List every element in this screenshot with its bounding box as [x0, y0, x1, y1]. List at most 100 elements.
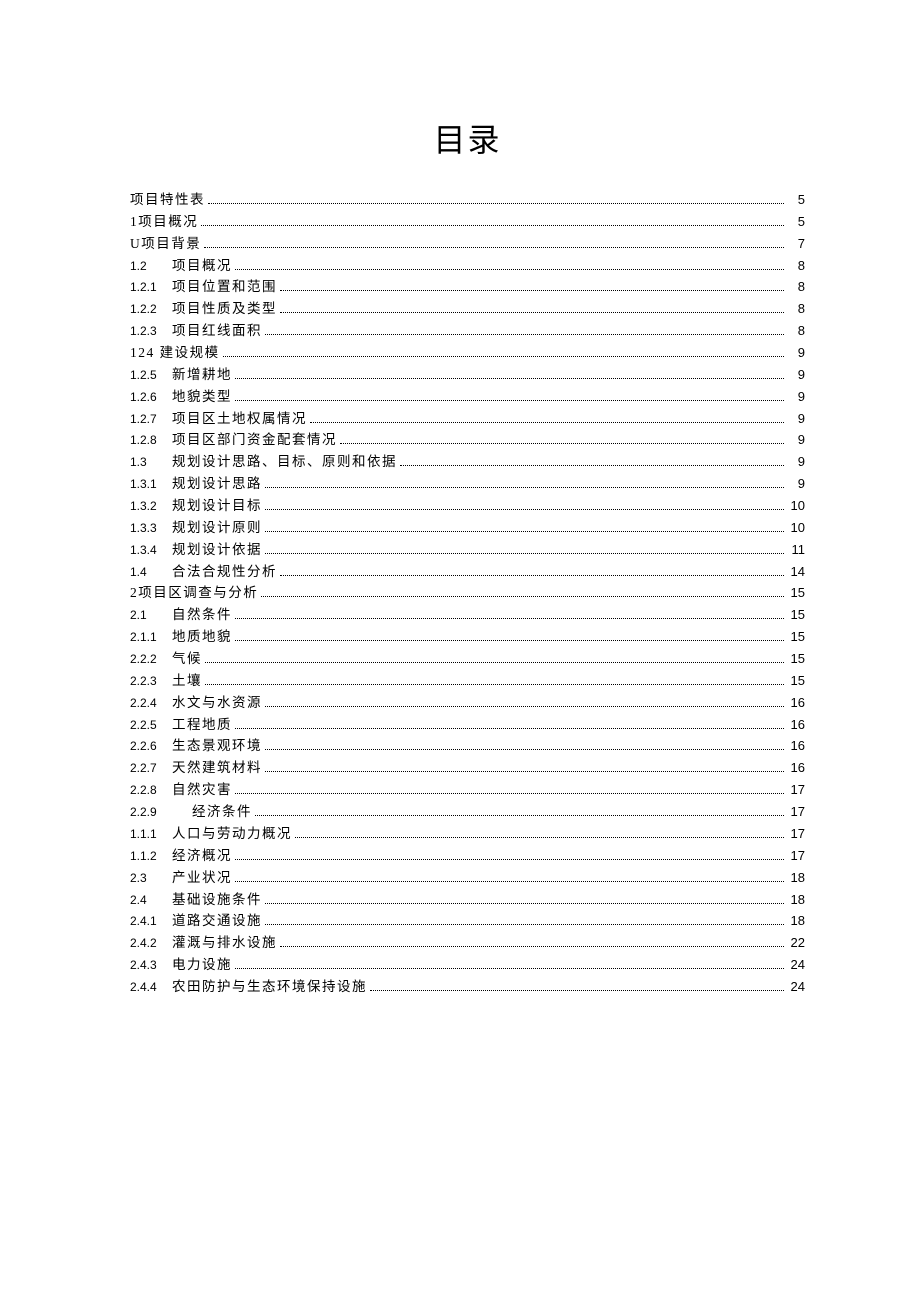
toc-entry-number: 1.4 [130, 563, 172, 582]
toc-entry-text: 规划设计原则 [172, 517, 262, 539]
toc-leader-dots [205, 684, 784, 685]
toc-entry-number: 1.3.2 [130, 497, 172, 516]
toc-entry-text: 新增耕地 [172, 364, 232, 386]
toc-entry: 1.2.2项目性质及类型 8 [130, 298, 805, 320]
toc-entry: 1.2.6地貌类型9 [130, 386, 805, 408]
toc-entry-number: 2.2.6 [130, 737, 172, 756]
toc-entry: 1.1.1人口与劳动力概况17 [130, 823, 805, 845]
toc-leader-dots [235, 618, 784, 619]
toc-entry-text: 人口与劳动力概况 [172, 823, 292, 845]
toc-entry-number: 1.2.8 [130, 431, 172, 450]
toc-entry: 1.3规划设计思路、目标、原则和依据9 [130, 451, 805, 473]
toc-entry-page: 17 [787, 823, 805, 844]
toc-entry-number: 1.2.2 [130, 300, 172, 319]
toc-entry-text: 水文与水资源 [172, 692, 262, 714]
toc-entry-number: 2.2.8 [130, 781, 172, 800]
toc-entry-number: 2.3 [130, 869, 172, 888]
toc-entry-text: 项目位置和范围 [172, 276, 277, 298]
toc-entry-text: 天然建筑材料 [172, 757, 262, 779]
toc-entry-page: 7 [787, 233, 805, 254]
toc-leader-dots [265, 531, 784, 532]
toc-entry-page: 15 [787, 626, 805, 647]
toc-entry-number: 1.2.7 [130, 410, 172, 429]
toc-entry-page: 8 [787, 276, 805, 297]
toc-leader-dots [280, 946, 784, 947]
toc-entry-text: 自然灾害 [172, 779, 232, 801]
toc-entry-page: 16 [787, 757, 805, 778]
toc-entry: 2.1自然条件15 [130, 604, 805, 626]
toc-entry-text: 1项目概况 [130, 211, 198, 233]
toc-entry-page: 24 [787, 954, 805, 975]
toc-entry-page: 18 [787, 867, 805, 888]
toc-entry: 1.1.2经济概况17 [130, 845, 805, 867]
toc-leader-dots [370, 990, 784, 991]
toc-entry: 1.2.8项目区部门资金配套情况9 [130, 429, 805, 451]
toc-entry-page: 5 [787, 189, 805, 210]
toc-entry-number: 2.2.4 [130, 694, 172, 713]
toc-entry-text: 地貌类型 [172, 386, 232, 408]
toc-entry-page: 9 [787, 342, 805, 363]
toc-entry: 2.2.3土壤15 [130, 670, 805, 692]
toc-entry-number: 2.2.9 [130, 803, 172, 822]
toc-entry-page: 22 [787, 932, 805, 953]
toc-entry-text: 项目性质及类型 [172, 298, 277, 320]
toc-entry-number: 2.2.3 [130, 672, 172, 691]
toc-leader-dots [235, 378, 784, 379]
toc-leader-dots [261, 596, 784, 597]
toc-entry-number: 1.2.3 [130, 322, 172, 341]
toc-entry-page: 17 [787, 845, 805, 866]
toc-entry-text: 灌溉与排水设施 [172, 932, 277, 954]
toc-entry-page: 17 [787, 801, 805, 822]
toc-entry-number: 2.1 [130, 606, 172, 625]
toc-entry-number: 2.2.2 [130, 650, 172, 669]
toc-entry-text: 土壤 [172, 670, 202, 692]
toc-leader-dots [255, 815, 784, 816]
toc-leader-dots [223, 356, 784, 357]
toc-leader-dots [265, 509, 784, 510]
toc-entry-page: 8 [787, 298, 805, 319]
toc-entry-number: 1.3.4 [130, 541, 172, 560]
toc-entry-page: 14 [787, 561, 805, 582]
toc-leader-dots [265, 334, 784, 335]
toc-leader-dots [265, 749, 784, 750]
toc-entry-text: 规划设计思路 [172, 473, 262, 495]
toc-entry-page: 9 [787, 451, 805, 472]
toc-entry-number: 1.3 [130, 453, 172, 472]
toc-leader-dots [265, 903, 784, 904]
toc-entry: 2.4.1道路交通设施 18 [130, 910, 805, 932]
toc-entry-page: 18 [787, 889, 805, 910]
toc-entry-page: 18 [787, 910, 805, 931]
toc-entry-page: 5 [787, 211, 805, 232]
toc-entry-text: 124 建设规模 [130, 342, 220, 364]
toc-entry-page: 8 [787, 255, 805, 276]
toc-leader-dots [280, 312, 784, 313]
toc-leader-dots [280, 290, 784, 291]
toc-entry-text: 道路交通设施 [172, 910, 262, 932]
toc-entry-text: 产业状况 [172, 867, 232, 889]
toc-entry-page: 10 [787, 517, 805, 538]
toc-entry: 1.3.3规划设计原则10 [130, 517, 805, 539]
toc-entry-text: 自然条件 [172, 604, 232, 626]
toc-entry-number: 2.1.1 [130, 628, 172, 647]
toc-entry: 2项目区调查与分析15 [130, 582, 805, 604]
toc-entry: 2.4.2灌溉与排水设施22 [130, 932, 805, 954]
toc-entry-number: 1.2.1 [130, 278, 172, 297]
toc-entry-text: 项目区部门资金配套情况 [172, 429, 337, 451]
toc-entry-page: 15 [787, 648, 805, 669]
toc-leader-dots [310, 422, 784, 423]
toc-entry: 2.2.8自然灾害17 [130, 779, 805, 801]
toc-entry: 2.2.4水文与水资源16 [130, 692, 805, 714]
toc-leader-dots [201, 225, 784, 226]
toc-entry: 1.2项目概况8 [130, 255, 805, 277]
toc-entry-number: 2.4.1 [130, 912, 172, 931]
toc-entry: 2.2.9经济条件17 [130, 801, 805, 823]
toc-leader-dots [235, 269, 784, 270]
toc-entry-page: 16 [787, 714, 805, 735]
toc-entry-text: 农田防护与生态环境保持设施 [172, 976, 367, 998]
toc-entry-page: 11 [787, 539, 805, 560]
toc-entry: 1.2.7项目区土地权属情况9 [130, 408, 805, 430]
toc-entry-text: 项目红线面积 [172, 320, 262, 342]
toc-entry: 1.3.4规划设计依据11 [130, 539, 805, 561]
toc-entry-text: 规划设计目标 [172, 495, 262, 517]
toc-entry-page: 9 [787, 473, 805, 494]
